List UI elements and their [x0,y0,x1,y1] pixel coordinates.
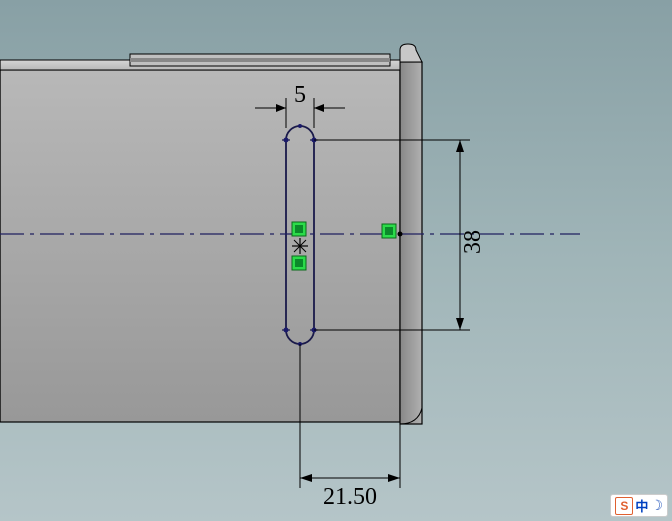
dimension-value: 21.50 [323,484,377,510]
slot-center-point [292,238,308,254]
part-right-side [400,62,422,424]
sketch-relation-glyph[interactable] [382,224,396,238]
dimension-value: 38 [460,230,486,254]
cad-viewport[interactable]: 5 38 21.50 S 中 ☽ [0,0,672,521]
sketch-relation-glyph[interactable] [292,222,306,236]
ime-indicator[interactable]: S 中 ☽ [610,494,668,517]
dimension-value: 5 [294,82,306,108]
part-top-tab [400,44,422,62]
part-front-face [0,70,400,422]
sketch-relation-glyph[interactable] [292,256,306,270]
ime-sogou-icon: S [615,497,633,515]
ime-chinese-label: 中 [635,496,648,515]
ime-moon-icon: ☽ [650,497,663,514]
